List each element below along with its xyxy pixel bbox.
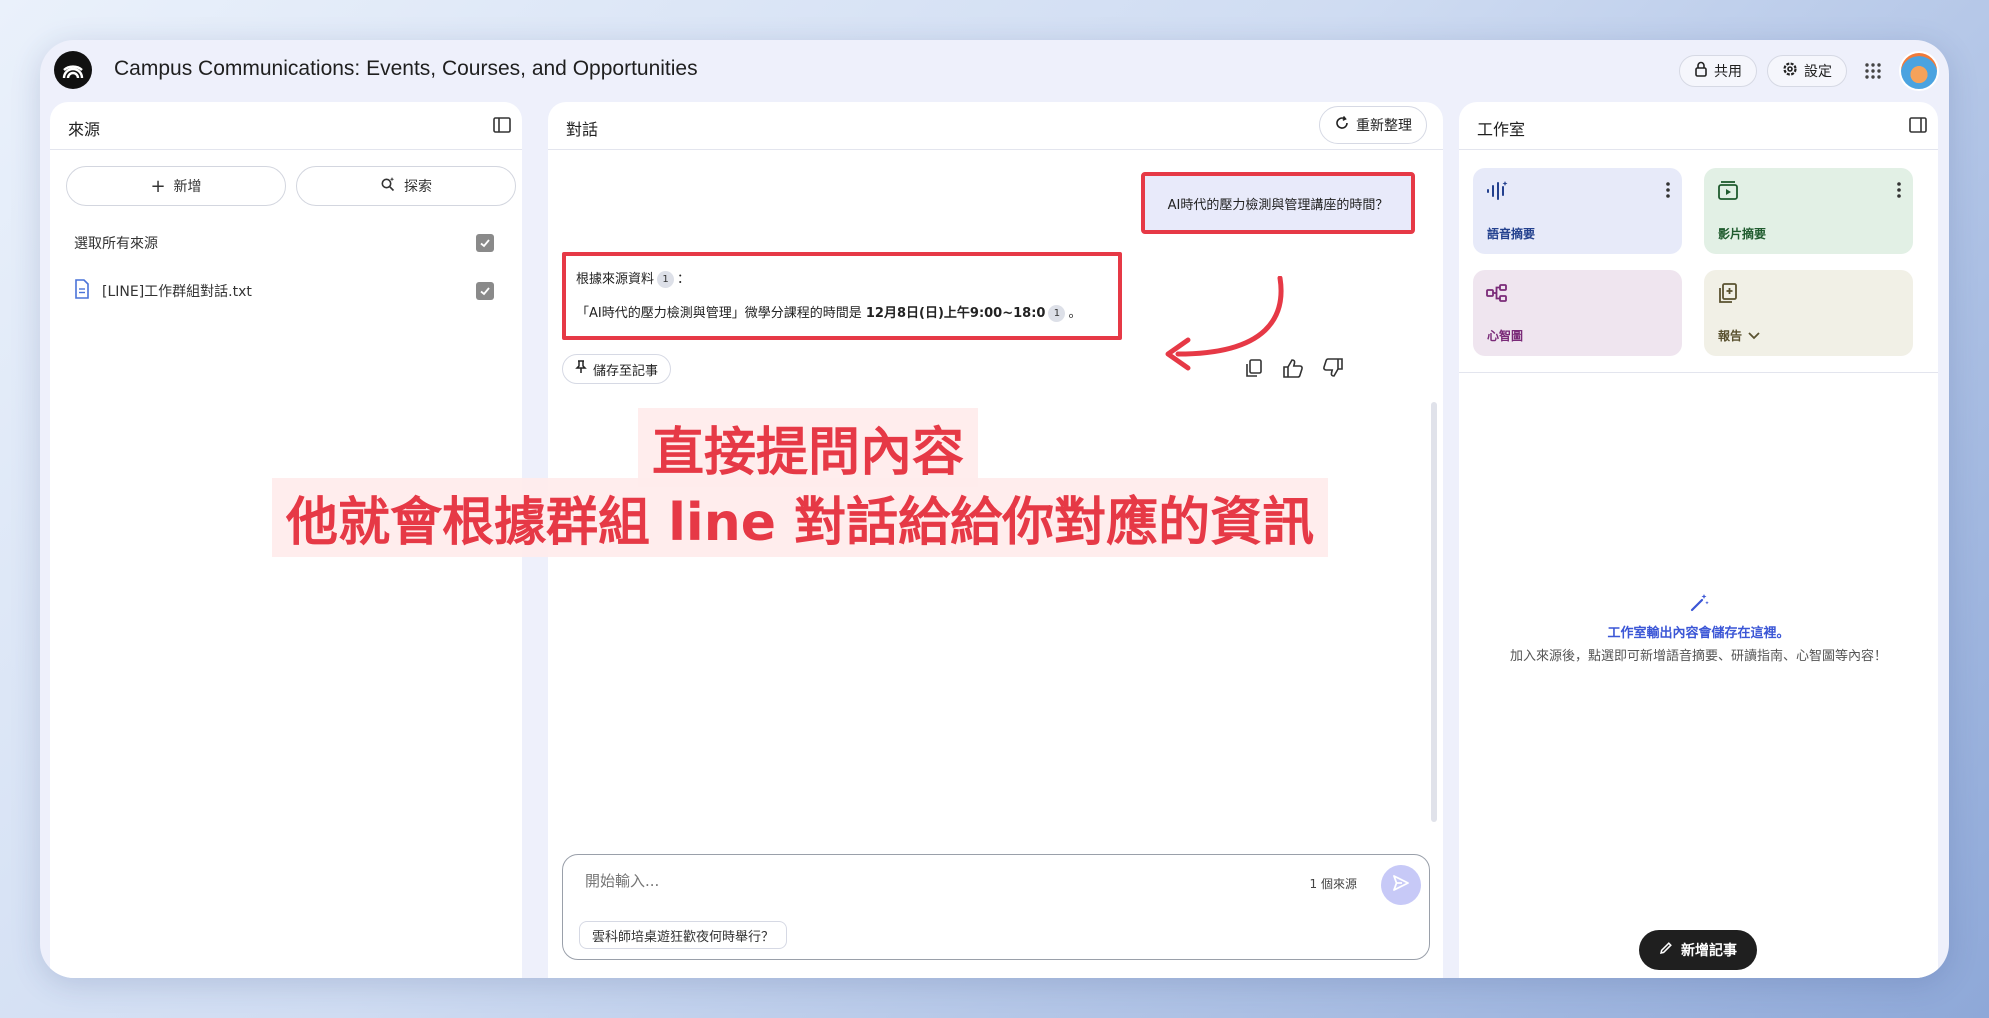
source-item[interactable]: [LINE]工作群組對話.txt [74,276,494,306]
select-all-label: 選取所有來源 [74,236,158,252]
citation-badge[interactable]: 1 [657,271,675,288]
studio-panel: 工作室 語音摘要 影片摘要 心智圖 報告 工作室輸出內容會儲存在這裡。 加入來源… [1459,102,1938,978]
send-button[interactable] [1381,865,1421,905]
mindmap-icon [1485,282,1509,308]
studio-empty-subtitle: 加入來源後，點選即可新增語音摘要、研讀指南、心智圖等內容！ [1509,649,1887,664]
plus-icon: + [150,175,166,197]
annotation-arrow-icon [1165,276,1284,371]
apps-grid-icon[interactable] [1857,55,1889,87]
overlay-caption-line1: 直接提問內容 [638,408,979,487]
add-source-label: 新增 [173,179,202,195]
pin-icon [575,360,587,378]
add-note-button[interactable]: 新增記事 [1639,930,1757,970]
studio-empty-state: 工作室輸出內容會儲存在這裡。 加入來源後，點選即可新增語音摘要、研讀指南、心智圖… [1459,592,1938,664]
chat-scrollbar[interactable] [1431,402,1437,822]
mindmap-card[interactable]: 心智圖 [1473,270,1682,356]
settings-label: 設定 [1804,64,1832,80]
overlay-caption-line2: 他就會根據群組 line 對話給給你對應的資訊 [272,478,1329,557]
mindmap-label: 心智圖 [1487,329,1524,343]
gear-icon [1782,61,1798,81]
chat-title: 對話 [566,120,599,139]
studio-header: 工作室 [1459,102,1938,150]
top-bar: Campus Communications: Events, Courses, … [40,40,1949,102]
search-sparkle-icon [380,176,396,196]
audio-wave-icon [1485,180,1509,206]
refresh-icon [1334,115,1350,135]
user-message-text: AI時代的壓力檢測與管理講座的時間？ [1167,197,1389,213]
explore-button[interactable]: 探索 [296,166,516,206]
audio-overview-label: 語音摘要 [1487,227,1536,241]
chevron-down-icon[interactable] [1748,329,1760,343]
collapse-panel-icon[interactable] [492,115,512,139]
lock-icon [1694,61,1708,81]
notebook-title[interactable]: Campus Communications: Events, Courses, … [114,57,698,81]
settings-button[interactable]: 設定 [1767,55,1847,87]
studio-empty-title: 工作室輸出內容會儲存在這裡。 [1607,626,1790,641]
document-icon [74,279,90,303]
chat-header: 對話 重新整理 [548,102,1443,150]
suggestion-label: 雲科師培桌遊狂歡夜何時舉行？ [592,929,775,945]
magic-wand-icon [1688,594,1710,618]
answer-intro: 根據來源資料 [576,272,655,287]
user-message: AI時代的壓力檢測與管理講座的時間？ [1141,172,1415,234]
source-count: 1 個來源 [1309,877,1357,891]
report-icon [1716,282,1740,308]
source-item-label: [LINE]工作群組對話.txt [102,284,252,300]
sources-header: 來源 [50,102,522,150]
suggestion-chip[interactable]: 雲科師培桌遊狂歡夜何時舉行？ [579,921,788,949]
share-label: 共用 [1714,64,1742,80]
more-options-icon[interactable] [1666,182,1670,202]
send-icon [1392,874,1410,896]
collapse-panel-icon[interactable] [1908,115,1928,139]
chat-input-box: 1 個來源 雲科師培桌遊狂歡夜何時舉行？ [562,854,1430,960]
notebook-logo-icon[interactable] [54,51,92,89]
save-to-note-button[interactable]: 儲存至記事 [562,354,672,384]
select-all-checkbox[interactable] [476,234,494,252]
answer-text-bold: 12月8日(日)上午9:00~18:0 [865,306,1046,321]
explore-label: 探索 [404,179,432,195]
select-all-row[interactable]: 選取所有來源 [74,228,494,258]
video-overview-label: 影片摘要 [1718,227,1767,241]
more-options-icon[interactable] [1897,182,1901,202]
source-item-checkbox[interactable] [476,282,494,300]
add-note-label: 新增記事 [1681,943,1737,959]
save-to-note-label: 儲存至記事 [593,363,659,379]
video-icon [1716,180,1740,206]
answer-text-prefix: 「AI時代的壓力檢測與管理」微學分課程的時間是 [576,306,866,321]
report-label: 報告 [1718,327,1760,344]
video-overview-card[interactable]: 影片摘要 [1704,168,1913,254]
answer-message: 根據來源資料 1： 「AI時代的壓力檢測與管理」微學分課程的時間是 12月8日(日… [562,252,1122,340]
share-button[interactable]: 共用 [1679,55,1757,87]
report-card[interactable]: 報告 [1704,270,1913,356]
citation-badge[interactable]: 1 [1048,305,1066,322]
studio-title: 工作室 [1477,120,1526,139]
refresh-label: 重新整理 [1356,118,1412,134]
chat-input[interactable] [585,869,1185,893]
answer-intro-suffix: ： [677,272,691,287]
audio-overview-card[interactable]: 語音摘要 [1473,168,1682,254]
avatar[interactable] [1899,51,1939,91]
refresh-button[interactable]: 重新整理 [1319,106,1427,144]
thumbs-down-icon[interactable] [1322,358,1344,382]
pencil-icon [1659,941,1673,959]
add-source-button[interactable]: + 新增 [66,166,286,206]
studio-divider [1459,372,1938,373]
sources-title: 來源 [68,120,101,139]
answer-text-suffix: 。 [1068,306,1082,321]
